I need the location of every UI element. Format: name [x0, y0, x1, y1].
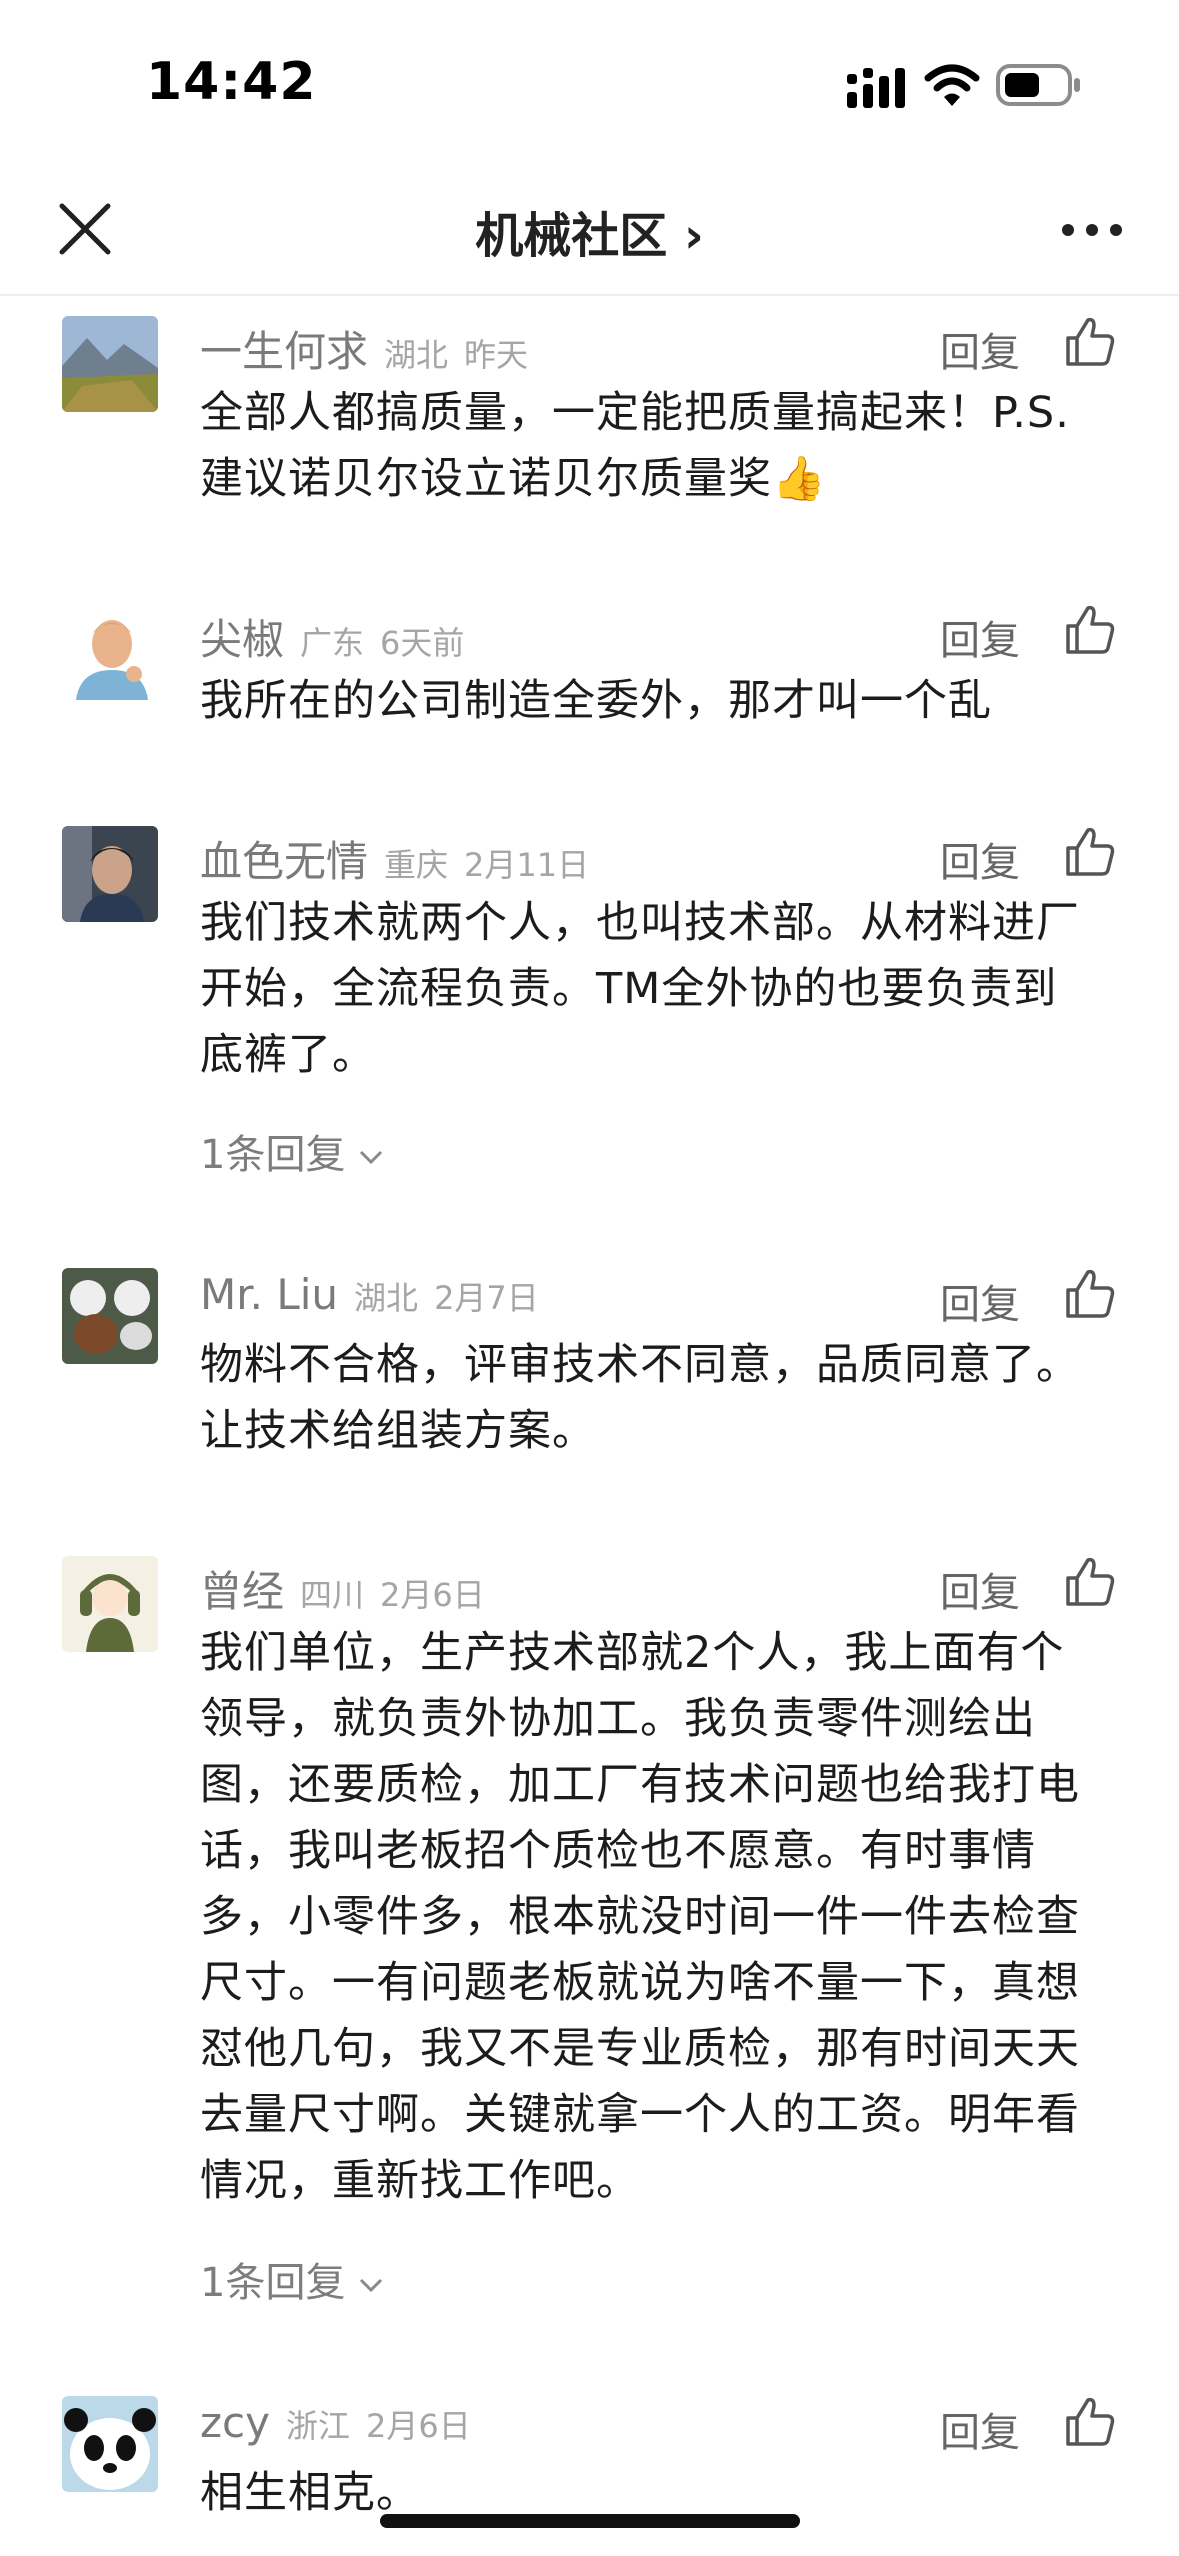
comment-item: 曾经 四川 2月6日 回复 我们单位，生产技术部就2个人，我上面有个 领导，就负责外…: [0, 1556, 1179, 2336]
comment-text: 物料不合格，评审技术不同意，品质同意了。 让技术给组装方案。: [200, 1332, 1120, 1464]
comment-line: 我们技术就两个人，也叫技术部。从材料进厂: [200, 898, 1080, 948]
comment-text: 我们单位，生产技术部就2个人，我上面有个 领导，就负责外协加工。我负责零件测绘出…: [200, 1620, 1120, 2214]
reply-button[interactable]: 回复: [940, 1272, 1020, 1330]
comment-meta: 一生何求 湖北 昨天: [200, 318, 529, 376]
comment-line: 图，还要质检，加工厂有技术问题也给我打电: [200, 1760, 1080, 1810]
view-replies-link[interactable]: 1条回复: [200, 2250, 385, 2308]
comment-line: 让技术给组装方案。: [200, 1406, 596, 1456]
thumbs-up-icon[interactable]: [1064, 316, 1116, 368]
comment-meta: 尖椒 广东 6天前: [200, 606, 465, 664]
thumbs-up-icon[interactable]: [1064, 2396, 1116, 2448]
comment-item: Mr. Liu 湖北 2月7日 回复 物料不合格，评审技术不同意，品质同意了。 让技…: [0, 1268, 1179, 1468]
location-label: 四川: [300, 1576, 365, 1614]
comment-line: 我所在的公司制造全委外，那才叫一个乱: [200, 676, 992, 726]
comment-line: 话，我叫老板招个质检也不愿意。有时事情: [200, 1826, 1036, 1876]
date-label: 2月6日: [380, 1576, 485, 1614]
username[interactable]: Mr. Liu: [200, 1270, 338, 1319]
chevron-down-icon: [360, 1150, 383, 1165]
reply-button[interactable]: 回复: [940, 2400, 1020, 2458]
thumbs-up-icon[interactable]: [1064, 1268, 1116, 1320]
avatar[interactable]: [62, 604, 158, 700]
comment-line: 开始，全流程负责。TM全外协的也要负责到: [200, 964, 1058, 1014]
reply-button[interactable]: 回复: [940, 608, 1020, 666]
cellular-signal-icon: [847, 68, 905, 108]
comment-meta: 血色无情 重庆 2月11日: [200, 828, 590, 886]
date-label: 6天前: [380, 624, 465, 662]
comment-meta: Mr. Liu 湖北 2月7日: [200, 1270, 539, 1326]
comment-line: 物料不合格，评审技术不同意，品质同意了。: [200, 1340, 1080, 1390]
avatar[interactable]: [62, 2396, 158, 2492]
location-label: 重庆: [384, 846, 449, 884]
comment-item: 血色无情 重庆 2月11日 回复 我们技术就两个人，也叫技术部。从材料进厂 开始，全…: [0, 826, 1179, 1186]
chevron-down-icon: [360, 2278, 383, 2293]
comment-line: 建议诺贝尔设立诺贝尔质量奖👍: [200, 454, 827, 504]
date-label: 昨天: [464, 336, 529, 374]
comment-line: 底裤了。: [200, 1030, 376, 1080]
status-time: 14:42: [146, 52, 317, 112]
username[interactable]: 曾经: [200, 1567, 284, 1616]
comment-item: 尖椒 广东 6天前 回复 我所在的公司制造全委外，那才叫一个乱: [0, 604, 1179, 734]
comment-text: 我所在的公司制造全委外，那才叫一个乱: [200, 668, 1120, 734]
battery-icon: [996, 64, 1080, 106]
thumbs-up-icon[interactable]: [1064, 1556, 1116, 1608]
status-bar: 14:42: [0, 0, 1179, 170]
comment-line: 我们单位，生产技术部就2个人，我上面有个: [200, 1628, 1065, 1678]
more-options-icon[interactable]: [1060, 220, 1124, 240]
replies-count-label: 1条回复: [200, 2260, 346, 2306]
reply-button[interactable]: 回复: [940, 830, 1020, 888]
comment-item: 一生何求 湖北 昨天 回复 全部人都搞质量，一定能把质量搞起来！P.S. 建议诺贝尔…: [0, 316, 1179, 516]
comment-line: 多，小零件多，根本就没时间一件一件去检查: [200, 1892, 1080, 1942]
thumbs-up-icon[interactable]: [1064, 604, 1116, 656]
avatar[interactable]: [62, 1556, 158, 1652]
community-title-link[interactable]: 机械社区 ›: [0, 196, 1179, 266]
view-replies-link[interactable]: 1条回复: [200, 1122, 385, 1180]
comment-line: 情况，重新找工作吧。: [200, 2156, 640, 2206]
avatar[interactable]: [62, 316, 158, 412]
location-label: 浙江: [286, 2407, 351, 2445]
thumbs-up-icon[interactable]: [1064, 826, 1116, 878]
comment-line: 尺寸。一有问题老板就说为啥不量一下，真想: [200, 1958, 1080, 2008]
date-label: 2月7日: [434, 1279, 539, 1317]
comment-text: 全部人都搞质量，一定能把质量搞起来！P.S. 建议诺贝尔设立诺贝尔质量奖👍: [200, 380, 1120, 512]
username[interactable]: 一生何求: [200, 327, 368, 376]
date-label: 2月6日: [366, 2407, 471, 2445]
comment-line: 去量尺寸啊。关键就拿一个人的工资。明年看: [200, 2090, 1080, 2140]
username[interactable]: zcy: [200, 2398, 270, 2447]
comment-line: 领导，就负责外协加工。我负责零件测绘出: [200, 1694, 1036, 1744]
location-label: 湖北: [384, 336, 449, 374]
comment-meta: 曾经 四川 2月6日: [200, 1558, 485, 1616]
username[interactable]: 尖椒: [200, 615, 284, 664]
reply-button[interactable]: 回复: [940, 320, 1020, 378]
comment-meta: zcy 浙江 2月6日: [200, 2398, 471, 2454]
username[interactable]: 血色无情: [200, 837, 368, 886]
date-label: 2月11日: [464, 846, 590, 884]
location-label: 湖北: [354, 1279, 419, 1317]
replies-count-label: 1条回复: [200, 1132, 346, 1178]
nav-bar: 机械社区 ›: [0, 170, 1179, 296]
reply-button[interactable]: 回复: [940, 1560, 1020, 1618]
wifi-icon: [924, 64, 980, 106]
comment-line: 怼他几句，我又不是专业质检，那有时间天天: [200, 2024, 1080, 2074]
avatar[interactable]: [62, 1268, 158, 1364]
comment-text: 我们技术就两个人，也叫技术部。从材料进厂 开始，全流程负责。TM全外协的也要负责…: [200, 890, 1120, 1088]
home-indicator[interactable]: [380, 2514, 800, 2528]
avatar[interactable]: [62, 826, 158, 922]
comment-line: 全部人都搞质量，一定能把质量搞起来！P.S.: [200, 388, 1070, 438]
location-label: 广东: [300, 624, 365, 662]
